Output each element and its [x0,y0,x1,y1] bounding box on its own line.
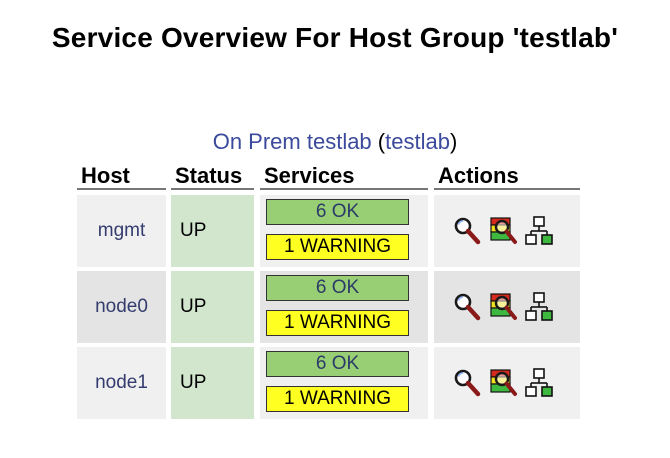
host-status: UP [171,195,254,267]
services-ok-badge[interactable]: 6 OK [266,199,409,225]
host-status: UP [171,347,254,419]
group-header: On Prem testlab (testlab) [0,129,670,155]
group-name-link[interactable]: testlab [385,129,450,154]
column-header-actions: Actions [434,164,580,190]
services-warning-badge[interactable]: 1 WARNING [266,310,409,336]
host-details-icon[interactable] [452,367,482,399]
host-details-icon[interactable] [452,291,482,323]
network-map-icon[interactable] [524,367,554,399]
services-ok-badge[interactable]: 6 OK [266,351,409,377]
group-alias-link[interactable]: On Prem testlab [213,129,372,154]
column-header-host: Host [77,164,166,190]
close-paren: ) [449,129,458,154]
services-warning-badge[interactable]: 1 WARNING [266,386,409,412]
services-warning-badge[interactable]: 1 WARNING [266,234,409,260]
host-status: UP [171,271,254,343]
services-ok-badge[interactable]: 6 OK [266,275,409,301]
column-header-status: Status [171,164,254,190]
host-link-node0[interactable]: node0 [77,271,166,343]
network-map-icon[interactable] [524,291,554,323]
service-details-icon[interactable] [488,215,518,247]
host-link-node1[interactable]: node1 [77,347,166,419]
actions-cell [434,271,580,343]
services-cell: 6 OK 1 WARNING [260,195,428,267]
network-map-icon[interactable] [524,215,554,247]
host-details-icon[interactable] [452,215,482,247]
actions-cell [434,347,580,419]
actions-cell [434,195,580,267]
host-link-mgmt[interactable]: mgmt [77,195,166,267]
column-header-services: Services [260,164,428,190]
page-title: Service Overview For Host Group 'testlab… [51,22,619,53]
service-details-icon[interactable] [488,367,518,399]
services-cell: 6 OK 1 WARNING [260,271,428,343]
services-cell: 6 OK 1 WARNING [260,347,428,419]
service-details-icon[interactable] [488,291,518,323]
